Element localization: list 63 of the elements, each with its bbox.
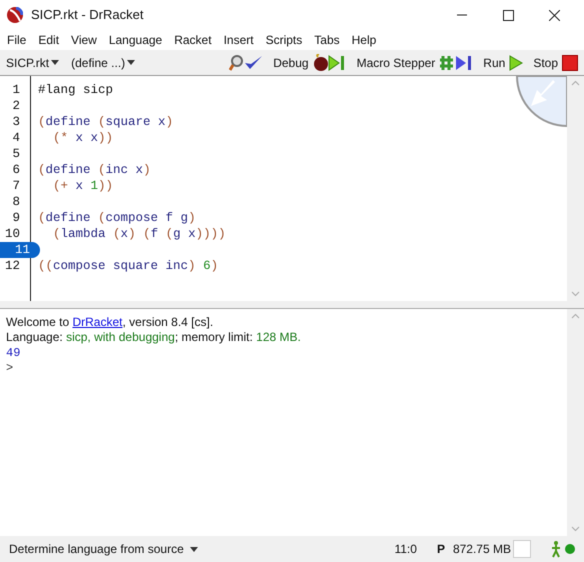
scroll-up-icon[interactable] — [571, 313, 580, 319]
line-number: 3 — [11, 114, 21, 130]
language-dropdown[interactable]: Determine language from source — [9, 540, 198, 558]
code-line: (define (compose f g) — [38, 211, 196, 225]
menu-item[interactable]: Tabs — [308, 31, 346, 49]
link[interactable]: DrRacket — [72, 315, 122, 329]
message-text: Welcome to DrRacket, version 8.4 [cs]. — [6, 315, 214, 329]
caret-icon — [51, 60, 60, 65]
caret-icon — [127, 60, 136, 65]
run-icon — [509, 54, 524, 70]
code-line: ((compose square inc) 6) — [38, 259, 218, 273]
menu-item[interactable]: Racket — [168, 31, 218, 49]
line-number: 11 — [0, 242, 40, 258]
stepper-icon — [439, 54, 474, 72]
stop-button[interactable]: Stop — [533, 54, 578, 72]
code-line: (+ x 1)) — [53, 179, 114, 193]
memory-box — [513, 540, 531, 558]
check-syntax-icon[interactable] — [229, 54, 264, 72]
menu-item[interactable]: File — [1, 31, 32, 49]
define-dropdown[interactable]: (define ...) — [71, 54, 136, 72]
app-logo-icon — [7, 7, 23, 23]
line-number: 8 — [11, 194, 21, 210]
run-button[interactable]: Run — [483, 54, 524, 72]
scroll-up-icon[interactable] — [571, 80, 580, 86]
memory-usage: 872.75 MB — [452, 541, 511, 558]
menu-item[interactable]: Language — [102, 31, 168, 49]
menu-item[interactable]: View — [65, 31, 103, 49]
result-value: 49 — [6, 346, 20, 360]
menu-item[interactable]: Scripts — [260, 31, 308, 49]
scroll-down-icon[interactable] — [571, 291, 580, 297]
line-number: 4 — [11, 130, 21, 146]
menu-item[interactable]: Edit — [32, 31, 66, 49]
mode-indicator: P — [436, 541, 445, 558]
stop-icon — [562, 54, 578, 70]
line-number: 5 — [11, 146, 21, 162]
scrollbar[interactable] — [567, 309, 584, 536]
caret-icon — [190, 546, 198, 552]
code-editor[interactable]: 1 2 3 4 5 6 7 8 9 10 11 12 #lang sicp (define (square x) (* x x)) (define (inc x) (+ x 1)) (define (compose f g) (lambda (x) (f (g x)))) ((compose square inc) 6) — [0, 76, 584, 301]
line-number: 6 — [11, 162, 21, 178]
line-number: 7 — [11, 178, 21, 194]
code-line: (lambda (x) (f (g x)))) — [53, 227, 226, 241]
scroll-down-icon[interactable] — [571, 526, 580, 532]
menu-item[interactable]: Insert — [218, 31, 260, 49]
line-number: 12 — [4, 258, 21, 274]
debug-icon — [312, 54, 347, 72]
walker-icon — [550, 540, 562, 558]
message-text: Language: sicp, with debugging; memory limit: 128 MB. — [6, 330, 301, 344]
code-line: (define (square x) — [38, 115, 174, 129]
file-dropdown[interactable]: SICP.rkt — [6, 54, 60, 72]
menu-item[interactable]: Help — [346, 31, 382, 49]
code-line: (define (inc x) — [38, 163, 151, 177]
line-number: 9 — [11, 210, 21, 226]
line-number: 1 — [11, 82, 21, 98]
cursor-position: 11:0 — [394, 541, 417, 558]
window-title: SICP.rkt - DrRacket — [31, 6, 144, 24]
line-number: 2 — [11, 98, 21, 114]
prompt[interactable]: > — [6, 361, 14, 375]
scrollbar[interactable] — [567, 76, 584, 301]
code-line: #lang sicp — [38, 83, 114, 97]
stepper-button[interactable]: Macro Stepper — [356, 54, 474, 72]
debug-button[interactable]: Debug — [273, 54, 347, 72]
code-line: (* x x)) — [53, 131, 114, 145]
line-number: 10 — [4, 226, 21, 242]
